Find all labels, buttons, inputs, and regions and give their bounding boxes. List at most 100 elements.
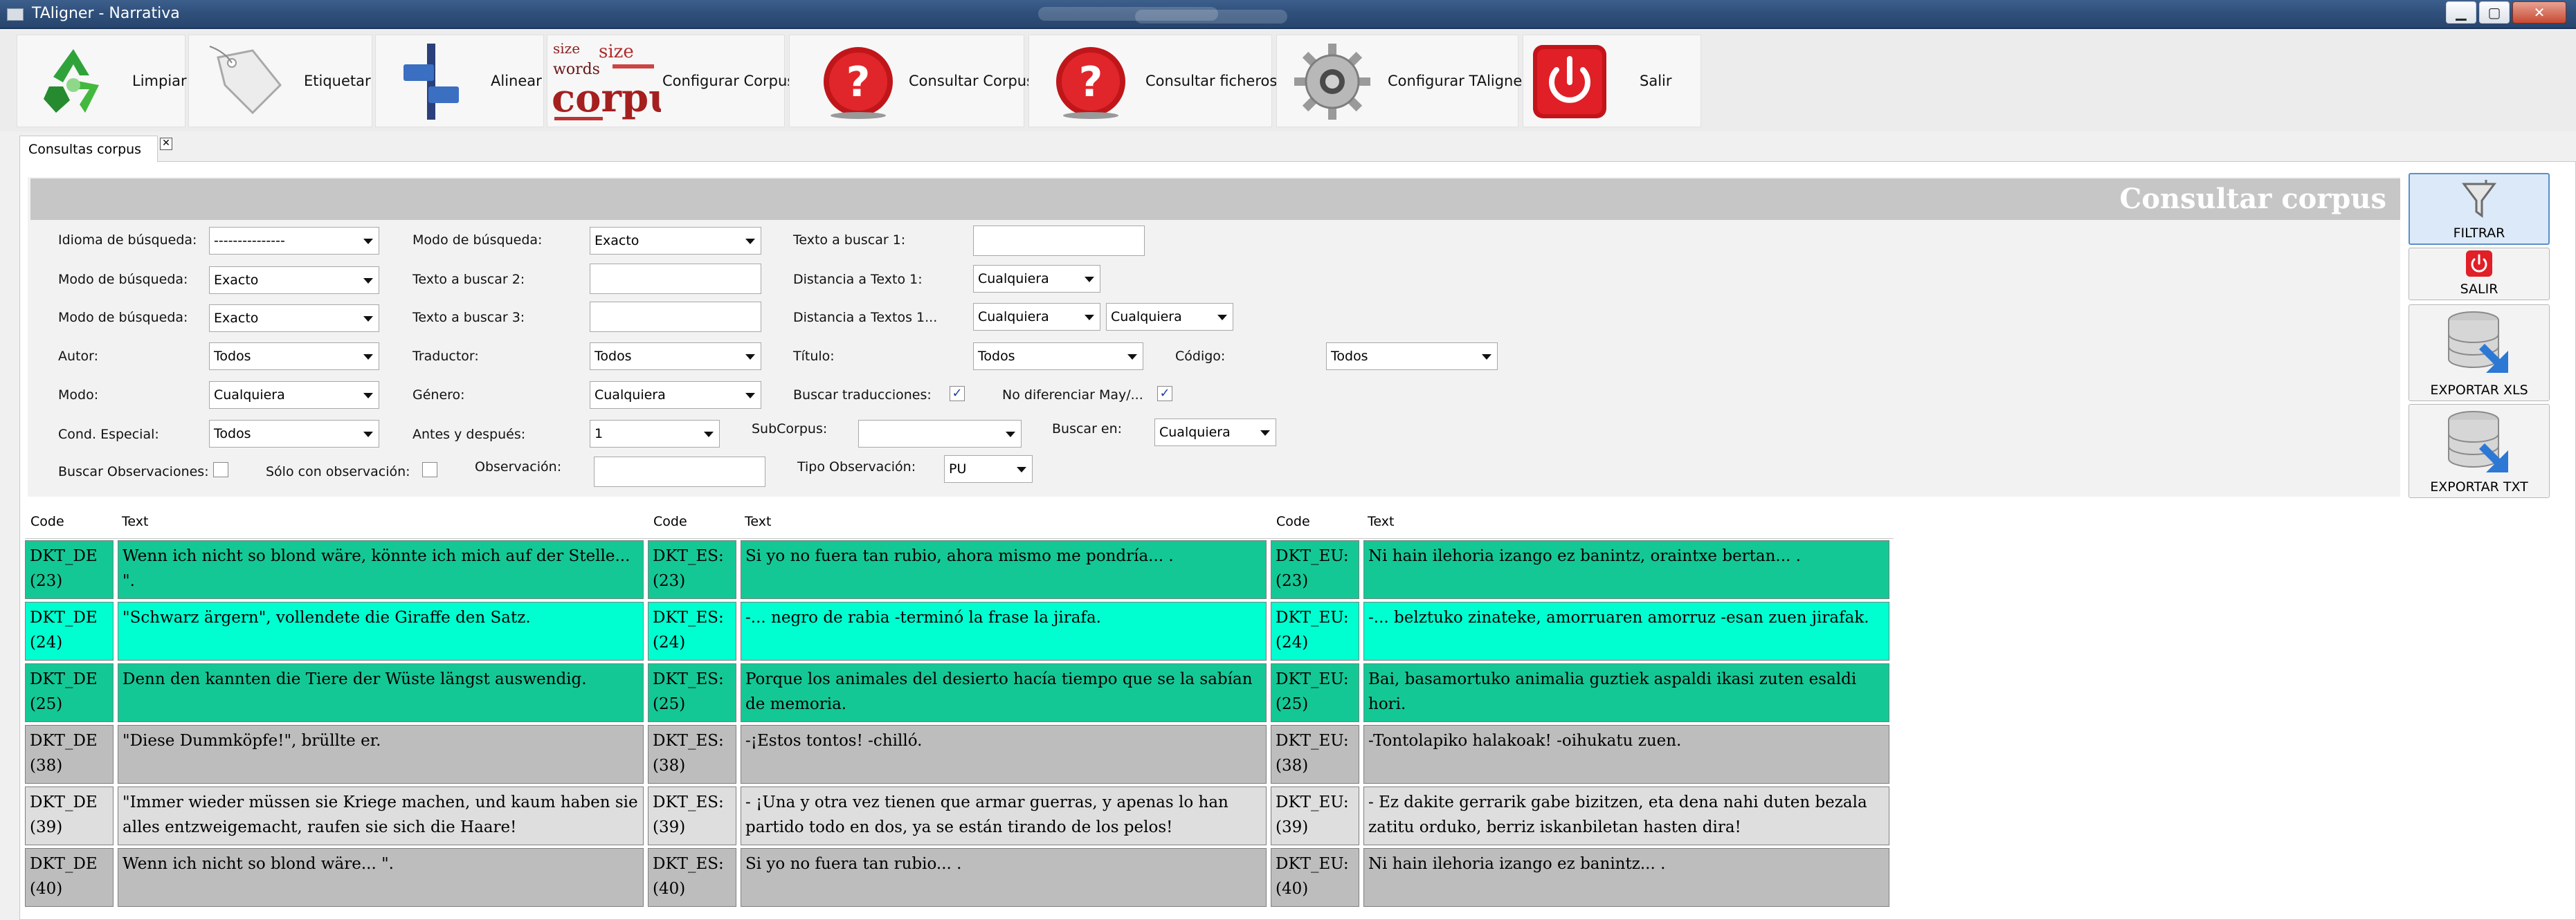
toolbar-button-etiquetar[interactable]: Etiquetar — [188, 35, 372, 127]
chevron-down-icon — [1017, 467, 1026, 472]
chevron-down-icon — [745, 239, 755, 244]
code-cell[interactable]: DKT_EU: (25) — [1271, 663, 1359, 722]
tab-consultas-corpus[interactable]: Consultas corpus ✕ — [19, 136, 172, 162]
code-cell[interactable]: DKT_EU: (38) — [1271, 725, 1359, 784]
code-cell[interactable]: DKT_EU: (23) — [1271, 540, 1359, 599]
text-cell[interactable]: -... belztuko zinateke, amorruaren amorr… — [1363, 602, 1889, 661]
code-cell[interactable]: DKT_ES: (23) — [648, 540, 736, 599]
text-cell[interactable]: "Immer wieder müssen sie Kriege machen, … — [118, 786, 644, 845]
toolbar-button-limpiar[interactable]: Limpiar — [17, 35, 187, 127]
text-cell[interactable]: Denn den kannten die Tiere der Wüste län… — [118, 663, 644, 722]
texto-2-input[interactable] — [590, 264, 761, 294]
filtrar-button[interactable]: FILTRAR — [2409, 173, 2550, 245]
modo-busqueda-3-value: Exacto — [214, 311, 259, 326]
text-cell[interactable]: Ni hain ilehoria izango ez banintz, orai… — [1363, 540, 1889, 599]
salir-button[interactable]: SALIR — [2409, 248, 2550, 300]
code-cell[interactable]: DKT_ES: (24) — [648, 602, 736, 661]
code-cell[interactable]: DKT_DE (24) — [25, 602, 114, 661]
table-row[interactable]: DKT_DE (23) Wenn ich nicht so blond wäre,… — [25, 539, 1894, 600]
text-cell[interactable]: -... negro de rabia -terminó la frase la… — [741, 602, 1267, 661]
solo-observacion-checkbox[interactable] — [422, 462, 437, 477]
genero-select[interactable]: Cualquiera — [590, 381, 761, 409]
table-row[interactable]: DKT_DE (40) Wenn ich nicht so blond wäre.… — [25, 847, 1894, 908]
text-cell[interactable]: Wenn ich nicht so blond wäre, könnte ich… — [118, 540, 644, 599]
text-cell[interactable]: - Ez dakite gerrarik gabe bizitzen, eta … — [1363, 786, 1889, 845]
code-cell[interactable]: DKT_ES: (39) — [648, 786, 736, 845]
close-window-button[interactable]: ✕ — [2512, 1, 2566, 24]
code-cell[interactable]: DKT_ES: (25) — [648, 663, 736, 722]
code-cell[interactable]: DKT_DE (25) — [25, 663, 114, 722]
toolbar-button-consultar-corpus[interactable]: ? Consultar Corpus — [789, 35, 1034, 127]
table-row[interactable]: DKT_DE (39) "Immer wieder müssen sie Krie… — [25, 785, 1894, 847]
exportar-xls-button[interactable]: EXPORTAR XLS — [2409, 304, 2550, 401]
toolbar-button-salir[interactable]: Salir — [1523, 35, 1701, 127]
autor-select[interactable]: Todos — [209, 342, 379, 370]
text-cell[interactable]: Porque los animales del desierto hacía t… — [741, 663, 1267, 722]
code-cell[interactable]: DKT_DE (40) — [25, 848, 114, 907]
text-cell[interactable]: "Diese Dummköpfe!", brüllte er. — [118, 725, 644, 784]
code-cell[interactable]: DKT_DE (23) — [25, 540, 114, 599]
tipo-observacion-select[interactable]: PU — [944, 455, 1033, 483]
toolbar-button-configurar-taligner[interactable]: Configurar TAligner — [1276, 35, 1528, 127]
table-row[interactable]: DKT_DE (25) Denn den kannten die Tiere de… — [25, 662, 1894, 724]
window-title: TAligner - Narrativa — [32, 5, 180, 22]
texto-1-label: Texto a buscar 1: — [793, 232, 906, 248]
traductor-select[interactable]: Todos — [590, 342, 761, 370]
texto-1-input[interactable] — [973, 226, 1145, 256]
toolbar-button-alinear[interactable]: Alinear — [375, 35, 544, 127]
text-cell[interactable]: -¡Estos tontos! -chilló. — [741, 725, 1267, 784]
chevron-down-icon — [1217, 315, 1227, 320]
text-cell[interactable]: Wenn ich nicht so blond wäre... ". — [118, 848, 644, 907]
buscar-traducciones-label: Buscar traducciones: — [793, 387, 932, 403]
toolbar-button-configurar-corpus[interactable]: size size words corpus Configurar Corpus — [547, 35, 795, 127]
text-cell[interactable]: Si yo no fuera tan rubio, ahora mismo me… — [741, 540, 1267, 599]
distancia-1-select[interactable]: Cualquiera — [973, 265, 1100, 293]
modo-busqueda-2-select[interactable]: Exacto — [209, 266, 379, 294]
column-header: Code — [1276, 514, 1310, 529]
chevron-down-icon — [363, 316, 373, 322]
code-cell[interactable]: DKT_EU: (40) — [1271, 848, 1359, 907]
buscar-en-select[interactable]: Cualquiera — [1154, 418, 1276, 446]
text-cell[interactable]: - ¡Una y otra vez tienen que armar guerr… — [741, 786, 1267, 845]
antes-despues-select[interactable]: 1 — [590, 420, 720, 448]
svg-text:?: ? — [846, 58, 871, 107]
code-cell[interactable]: DKT_EU: (39) — [1271, 786, 1359, 845]
text-cell[interactable]: Bai, basamortuko animalia guztiek aspald… — [1363, 663, 1889, 722]
modo-busqueda-1-select[interactable]: Exacto — [590, 227, 761, 255]
tab-close-icon[interactable]: ✕ — [160, 138, 172, 150]
toolbar-button-consultar-ficheros[interactable]: ? Consultar ficheros — [1028, 35, 1277, 127]
idioma-select[interactable]: --------------- — [209, 227, 379, 255]
table-row[interactable]: DKT_DE (24) "Schwarz ärgern", vollendete … — [25, 600, 1894, 662]
titulo-select[interactable]: Todos — [973, 342, 1143, 370]
observacion-input[interactable] — [594, 457, 765, 487]
code-cell[interactable]: DKT_EU: (24) — [1271, 602, 1359, 661]
text-cell[interactable]: Ni hain ilehoria izango ez banintz... . — [1363, 848, 1889, 907]
maximize-button[interactable]: ▢ — [2479, 1, 2510, 24]
table-row[interactable]: DKT_DE (38) "Diese Dummköpfe!", brüllte e… — [25, 724, 1894, 785]
buscar-observaciones-checkbox[interactable] — [213, 462, 228, 477]
text-cell[interactable]: Si yo no fuera tan rubio... . — [741, 848, 1267, 907]
distancia-2a-select[interactable]: Cualquiera — [973, 303, 1100, 331]
codigo-select[interactable]: Todos — [1326, 342, 1498, 370]
cond-especial-select[interactable]: Todos — [209, 420, 379, 448]
recycle-icon — [44, 49, 99, 113]
chevron-down-icon — [363, 393, 373, 398]
code-cell[interactable]: DKT_DE (39) — [25, 786, 114, 845]
exportar-txt-button[interactable]: EXPORTAR TXT — [2409, 404, 2550, 498]
text-cell[interactable]: "Schwarz ärgern", vollendete die Giraffe… — [118, 602, 644, 661]
code-cell[interactable]: DKT_DE (38) — [25, 725, 114, 784]
texto-3-input[interactable] — [590, 302, 761, 332]
subcorpus-select[interactable] — [858, 420, 1022, 448]
no-diferenciar-checkbox[interactable]: ✓ — [1157, 386, 1172, 401]
question-icon: ? — [1056, 47, 1125, 119]
modo-select[interactable]: Cualquiera — [209, 381, 379, 409]
text-cell[interactable]: -Tontolapiko halakoak! -oihukatu zuen. — [1363, 725, 1889, 784]
idioma-value: --------------- — [214, 233, 285, 248]
code-cell[interactable]: DKT_ES: (38) — [648, 725, 736, 784]
minimize-button[interactable]: ▁ — [2446, 1, 2476, 24]
code-cell[interactable]: DKT_ES: (40) — [648, 848, 736, 907]
distancia-2b-select[interactable]: Cualquiera — [1106, 303, 1233, 331]
modo-busqueda-3-select[interactable]: Exacto — [209, 304, 379, 332]
toolbar-label: Configurar TAligner — [1388, 73, 1528, 89]
buscar-traducciones-checkbox[interactable]: ✓ — [950, 386, 965, 401]
